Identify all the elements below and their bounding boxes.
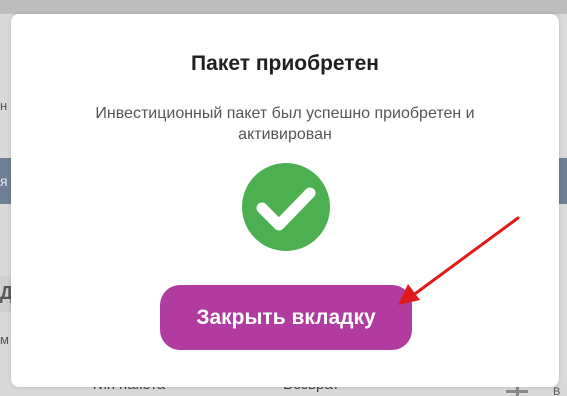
background-text-fragment-2: м — [0, 332, 9, 347]
modal-title: Пакет приобретен — [191, 52, 379, 75]
background-text-fragment: н — [0, 98, 8, 113]
background-right-fragment: В — [553, 386, 561, 396]
background-tab-label: я — [0, 173, 8, 189]
close-tab-button[interactable]: Закрыть вкладку — [160, 285, 412, 350]
modal-message: Инвестиционный пакет был успешно приобре… — [95, 105, 475, 143]
success-modal: Пакет приобретен Инвестиционный пакет бы… — [11, 14, 559, 387]
background-top-bar — [0, 0, 567, 14]
check-circle-icon — [242, 163, 330, 251]
